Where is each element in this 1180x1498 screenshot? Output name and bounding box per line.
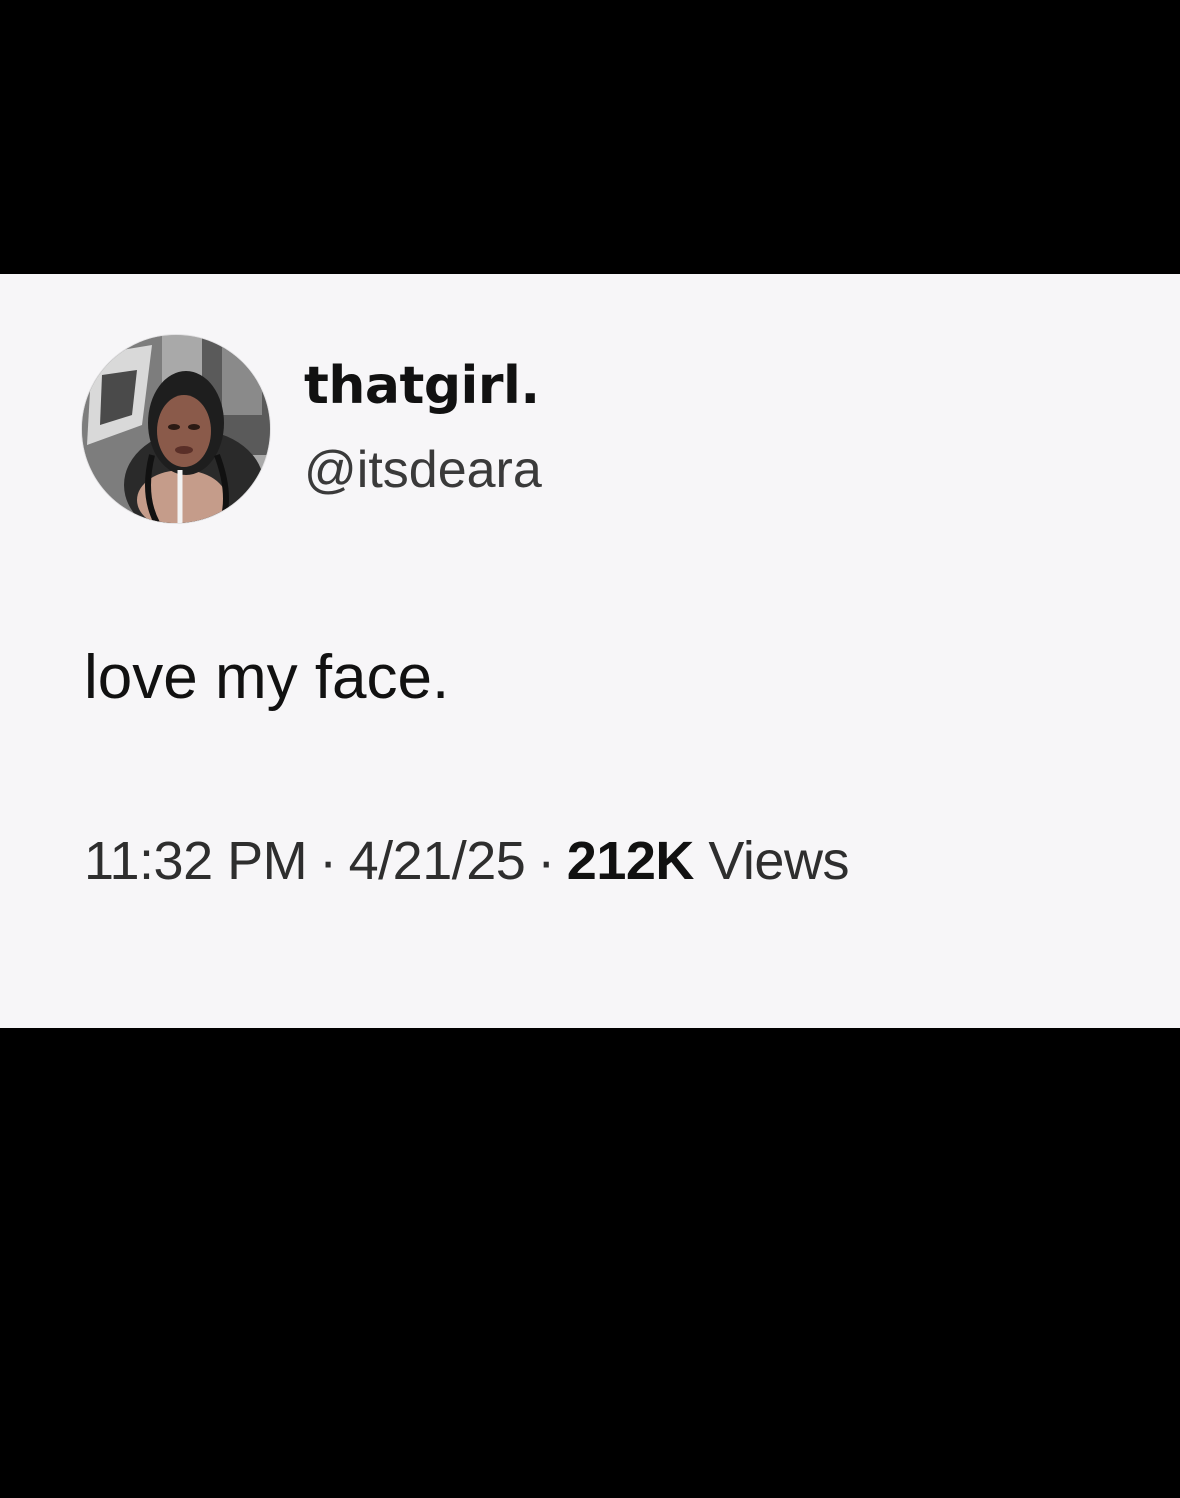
profile-avatar[interactable] bbox=[82, 335, 270, 523]
tweet-date[interactable]: 4/21/25 bbox=[349, 831, 526, 891]
meta-separator: · bbox=[319, 831, 337, 891]
tweet-time[interactable]: 11:32 PM bbox=[84, 831, 308, 891]
display-name[interactable]: thatgirl. bbox=[304, 356, 540, 416]
tweet-meta: 11:32 PM · 4/21/25 · 212K Views bbox=[84, 829, 849, 893]
views-count: 212K bbox=[566, 831, 695, 891]
user-handle[interactable]: @itsdeara bbox=[304, 440, 542, 500]
tweet-card: thatgirl. @itsdeara love my face. 11:32 … bbox=[0, 274, 1180, 1028]
avatar-photo-icon bbox=[82, 335, 270, 523]
meta-separator: · bbox=[537, 831, 555, 891]
video-frame: thatgirl. @itsdeara love my face. 11:32 … bbox=[0, 0, 1180, 1498]
tweet-text: love my face. bbox=[84, 643, 450, 712]
views-label: Views bbox=[708, 831, 849, 891]
